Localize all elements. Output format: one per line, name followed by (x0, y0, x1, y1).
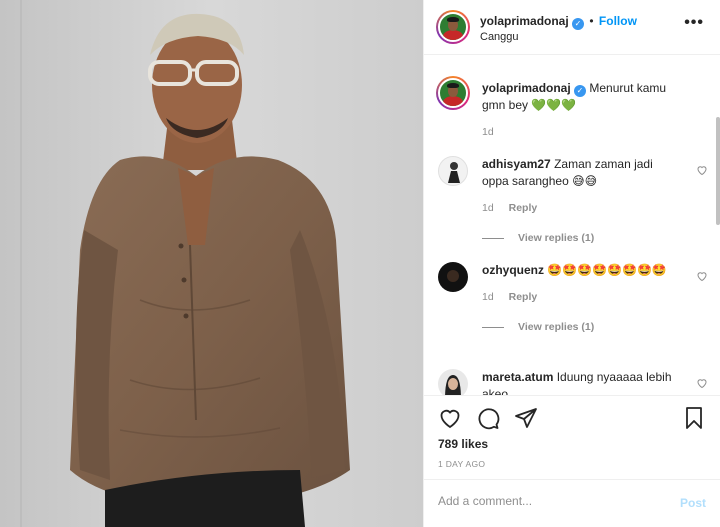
comment-username[interactable]: adhisyam27 (482, 157, 551, 171)
post-sidebar: yolaprimadonaj ✓ • Follow Canggu ••• yol… (423, 0, 720, 527)
post-location[interactable]: Canggu (480, 31, 519, 43)
comment-username[interactable]: mareta.atum (482, 370, 553, 384)
add-comment-bar: Post (424, 479, 720, 527)
commenter-avatar[interactable] (438, 156, 468, 186)
post-comment-button[interactable]: Post (680, 496, 706, 510)
separator-dot: • (589, 14, 594, 28)
likes-count[interactable]: 789 likes (438, 437, 488, 451)
view-replies-button[interactable]: View replies (1) (482, 321, 708, 333)
post-photo-illustration (0, 0, 423, 527)
post-actions: 789 likes 1 DAY AGO (424, 395, 720, 477)
more-options-icon[interactable]: ••• (684, 14, 704, 32)
save-bookmark-icon[interactable] (682, 406, 706, 430)
comment-emojis: 🤩🤩🤩🤩🤩🤩🤩🤩 (547, 263, 667, 277)
comment-time[interactable]: 1d (482, 291, 494, 303)
reply-button[interactable]: Reply (509, 202, 538, 214)
like-comment-heart-icon[interactable] (696, 164, 708, 176)
comment-emojis: 😅😅 (572, 174, 598, 188)
view-replies-label: View replies (1) (518, 232, 595, 244)
comments-list[interactable]: yolaprimadonaj ✓ Menurut kamu gmn bey 💚💚… (424, 56, 720, 395)
comment-body: ozhyquenz 🤩🤩🤩🤩🤩🤩🤩🤩 (482, 262, 692, 279)
caption-username[interactable]: yolaprimadonaj (482, 81, 571, 95)
post-photo[interactable] (0, 0, 423, 527)
caption-emojis: 💚💚💚 (531, 98, 577, 112)
follow-button[interactable]: Follow (599, 14, 637, 28)
replies-divider (482, 326, 504, 328)
caption-time[interactable]: 1d (482, 126, 708, 138)
post-date[interactable]: 1 DAY AGO (438, 459, 485, 469)
author-username[interactable]: yolaprimadonaj (480, 14, 569, 28)
avatar-figure-icon (448, 162, 460, 183)
comment-item: mareta.atum Iduung nyaaaaa lebih akeo (438, 369, 708, 395)
post-header: yolaprimadonaj ✓ • Follow Canggu ••• (424, 0, 720, 55)
comment-username[interactable]: ozhyquenz (482, 263, 544, 277)
add-comment-input[interactable] (438, 494, 658, 508)
comment-meta: 1d Reply (482, 291, 708, 303)
commenter-avatar[interactable] (438, 369, 468, 395)
header-user-line: yolaprimadonaj ✓ • Follow (480, 14, 637, 30)
action-icons-row (438, 406, 538, 430)
comment-time[interactable]: 1d (482, 202, 494, 214)
commenter-avatar[interactable] (438, 262, 468, 292)
view-replies-label: View replies (1) (518, 321, 595, 333)
like-comment-heart-icon[interactable] (696, 270, 708, 282)
comment-body: mareta.atum Iduung nyaaaaa lebih akeo (482, 369, 682, 395)
like-comment-heart-icon[interactable] (696, 377, 708, 389)
reply-button[interactable]: Reply (509, 291, 538, 303)
avatar-figure-icon (445, 375, 461, 395)
comment-body: adhisyam27 Zaman zaman jadi oppa sarangh… (482, 156, 682, 190)
verified-badge-icon: ✓ (574, 85, 587, 97)
like-heart-icon[interactable] (438, 406, 462, 430)
comment-item: ozhyquenz 🤩🤩🤩🤩🤩🤩🤩🤩 1d Reply View replies… (438, 262, 708, 333)
caption-avatar[interactable] (436, 76, 470, 110)
comment-bubble-icon[interactable] (476, 406, 500, 430)
share-send-icon[interactable] (514, 406, 538, 430)
comment-item: adhisyam27 Zaman zaman jadi oppa sarangh… (438, 156, 708, 244)
comments-scrollbar[interactable] (716, 117, 720, 225)
view-replies-button[interactable]: View replies (1) (482, 232, 708, 244)
comment-meta: 1d Reply (482, 202, 708, 214)
caption: yolaprimadonaj ✓ Menurut kamu gmn bey 💚💚… (436, 76, 708, 138)
avatar-figure-icon (447, 270, 459, 282)
author-avatar[interactable] (436, 10, 470, 44)
replies-divider (482, 237, 504, 239)
verified-badge-icon: ✓ (572, 18, 585, 30)
caption-body: yolaprimadonaj ✓ Menurut kamu gmn bey 💚💚… (482, 76, 692, 114)
